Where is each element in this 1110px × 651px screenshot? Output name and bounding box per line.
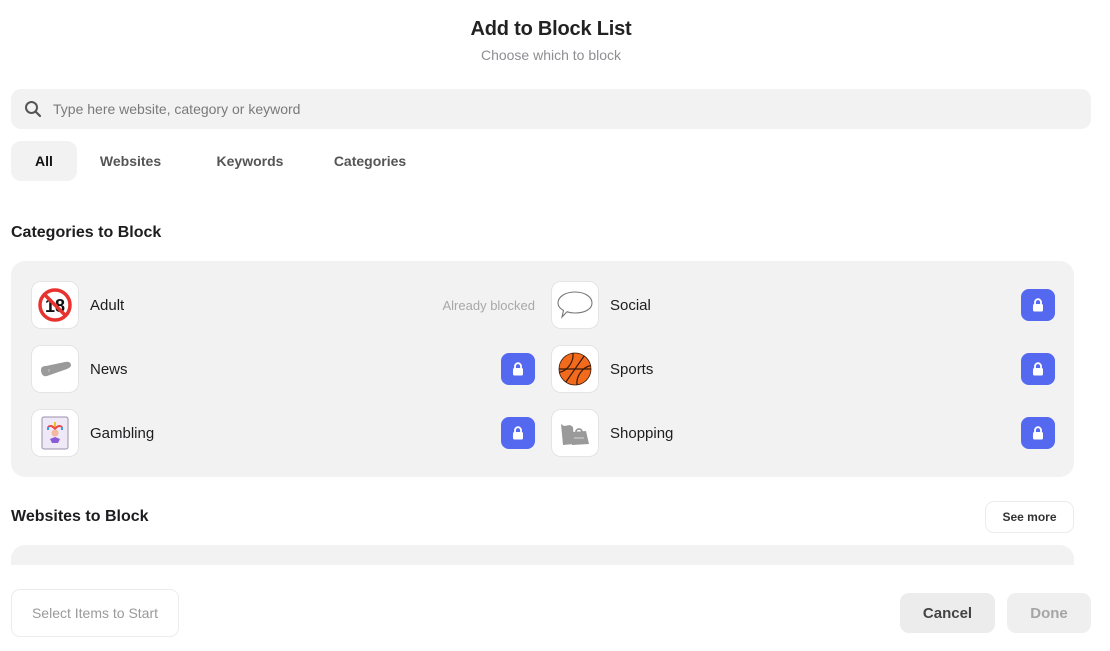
already-blocked-status: Already blocked xyxy=(442,297,536,313)
tab-categories[interactable]: Categories xyxy=(311,141,429,181)
category-label: Sports xyxy=(610,360,654,378)
done-button[interactable]: Done xyxy=(1007,593,1091,633)
rolled-newspaper-icon xyxy=(31,345,79,393)
websites-panel xyxy=(11,545,1074,565)
dialog-footer: Select Items to Start Cancel Done xyxy=(0,565,1110,651)
lock-icon xyxy=(513,362,523,376)
category-label: Shopping xyxy=(610,424,674,442)
lock-icon xyxy=(1033,426,1043,440)
category-item-adult[interactable]: 18 Adult Already blocked xyxy=(31,281,535,329)
dialog-header: Add to Block List Choose which to block xyxy=(0,18,1102,63)
category-item-social[interactable]: Social xyxy=(551,281,1055,329)
category-label: News xyxy=(90,360,128,378)
websites-section-title: Websites to Block xyxy=(11,508,149,525)
block-button[interactable] xyxy=(501,417,535,449)
dialog-title: Add to Block List xyxy=(470,18,632,40)
search-input[interactable] xyxy=(53,89,1091,129)
category-item-gambling[interactable]: Gambling xyxy=(31,409,535,457)
category-item-news[interactable]: News xyxy=(31,345,535,393)
shopping-bags-icon xyxy=(551,409,599,457)
selection-hint: Select Items to Start xyxy=(11,589,179,637)
filter-tabs: All Websites Keywords Categories xyxy=(11,141,429,181)
lock-icon xyxy=(1033,362,1043,376)
block-button[interactable] xyxy=(1021,417,1055,449)
joker-card-icon xyxy=(31,409,79,457)
lock-icon xyxy=(513,426,523,440)
category-label: Gambling xyxy=(90,424,155,442)
search-bar[interactable] xyxy=(11,89,1091,129)
category-label: Adult xyxy=(90,296,125,314)
category-item-shopping[interactable]: Shopping xyxy=(551,409,1055,457)
block-button[interactable] xyxy=(1021,353,1055,385)
lock-icon xyxy=(1033,298,1043,312)
no-under-18-icon: 18 xyxy=(31,281,79,329)
categories-section-title: Categories to Block xyxy=(11,224,162,241)
block-button[interactable] xyxy=(501,353,535,385)
speech-bubble-icon xyxy=(551,281,599,329)
block-button[interactable] xyxy=(1021,289,1055,321)
tab-keywords[interactable]: Keywords xyxy=(191,141,309,181)
category-label: Social xyxy=(610,296,651,314)
tab-all[interactable]: All xyxy=(11,141,77,181)
category-item-sports[interactable]: Sports xyxy=(551,345,1055,393)
search-icon xyxy=(23,99,43,119)
tab-websites[interactable]: Websites xyxy=(77,141,184,181)
categories-panel: 18 Adult Already blocked Social News xyxy=(11,261,1074,477)
cancel-button[interactable]: Cancel xyxy=(900,593,995,633)
dialog-subtitle: Choose which to block xyxy=(480,47,622,63)
basketball-icon xyxy=(551,345,599,393)
see-more-button[interactable]: See more xyxy=(985,501,1074,533)
